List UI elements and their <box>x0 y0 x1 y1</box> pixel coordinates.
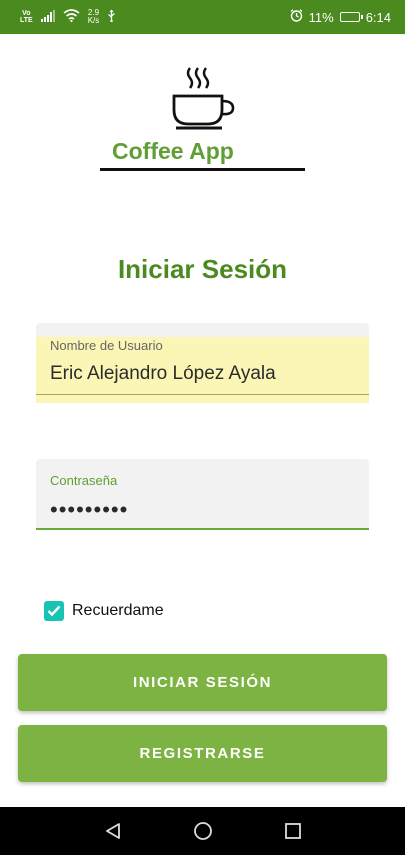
login-button[interactable]: INICIAR SESIÓN <box>18 654 387 711</box>
usb-icon <box>107 9 116 25</box>
status-bar-right: 11% 6:14 <box>290 9 391 25</box>
password-input[interactable]: ••••••••• <box>50 497 128 523</box>
logo-underline <box>100 168 305 171</box>
home-button[interactable] <box>188 816 218 846</box>
password-underline <box>36 528 369 530</box>
alarm-icon <box>290 9 303 25</box>
recents-button[interactable] <box>278 816 308 846</box>
recents-square-icon <box>284 823 301 839</box>
volte-top: Vo <box>22 10 31 17</box>
wifi-icon <box>63 9 80 25</box>
remember-row[interactable]: Recuerdame <box>44 601 164 621</box>
app-logo: Coffee App <box>100 62 305 174</box>
username-underline <box>36 394 369 395</box>
status-bar: Vo LTE 2.9 K/s 11% 6:14 <box>0 0 405 34</box>
remember-label: Recuerdame <box>72 602 164 619</box>
back-button[interactable] <box>98 816 128 846</box>
coffee-cup-icon <box>172 67 235 130</box>
username-field[interactable]: Nombre de Usuario Eric Alejandro López A… <box>36 323 369 403</box>
page-title: Iniciar Sesión <box>117 254 288 284</box>
home-circle-icon <box>193 822 212 840</box>
battery-percent: 11% <box>308 9 334 25</box>
check-icon <box>47 605 61 617</box>
username-label: Nombre de Usuario <box>50 338 163 353</box>
register-button[interactable]: REGISTRARSE <box>18 725 387 782</box>
volte-indicator: Vo LTE <box>20 10 33 24</box>
volte-bottom: LTE <box>20 17 33 24</box>
status-bar-left: Vo LTE 2.9 K/s <box>20 9 116 25</box>
back-triangle-icon <box>105 823 120 839</box>
remember-checkbox[interactable] <box>44 601 64 621</box>
password-label: Contraseña <box>50 473 118 488</box>
signal-icon <box>40 9 55 25</box>
logo-text: Coffee App <box>112 138 234 164</box>
password-field[interactable]: Contraseña ••••••••• <box>36 459 369 530</box>
navigation-bar <box>0 807 405 855</box>
battery-icon <box>339 12 363 22</box>
clock: 6:14 <box>365 9 391 25</box>
network-speed: 2.9 K/s <box>88 9 100 25</box>
username-input[interactable]: Eric Alejandro López Ayala <box>50 363 276 385</box>
speed-unit: K/s <box>87 16 100 25</box>
